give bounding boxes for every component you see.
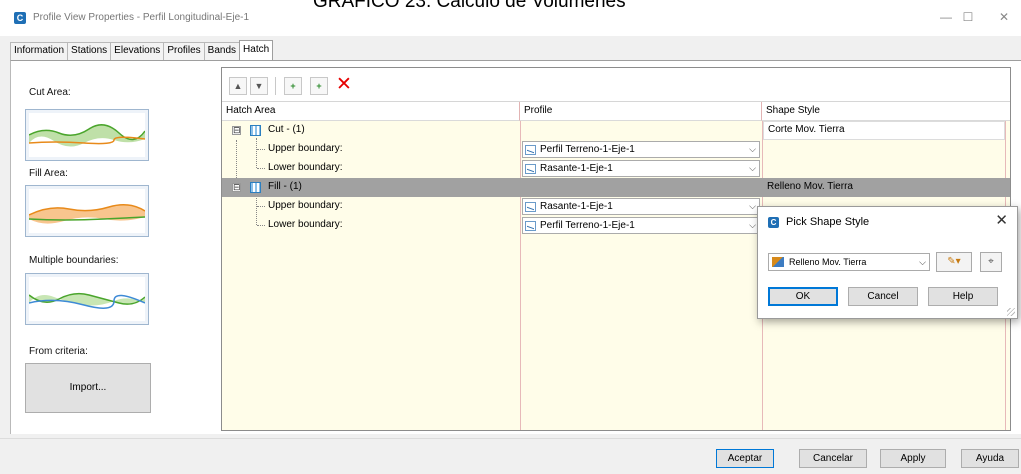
- profile-select[interactable]: Rasante-1-Eje-1 ⌵: [522, 160, 760, 177]
- cut-area-preview-button[interactable]: [25, 109, 149, 161]
- resize-grip-icon[interactable]: [1007, 308, 1015, 316]
- table-row[interactable]: Lower boundary: Rasante-1-Eje-1 ⌵: [222, 159, 1010, 178]
- import-button[interactable]: Import...: [25, 363, 151, 413]
- tab-information[interactable]: Information: [10, 42, 69, 60]
- civil3d-app-icon: C: [768, 217, 779, 228]
- window-title: Profile View Properties - Perfil Longitu…: [33, 12, 250, 23]
- move-up-icon[interactable]: ▲: [229, 77, 247, 95]
- table-row-selected[interactable]: ⊟ Fill - (1) Relleno Mov. Tierra: [222, 178, 1010, 197]
- shape-style-select[interactable]: Relleno Mov. Tierra ⌵: [768, 253, 930, 271]
- from-criteria-label: From criteria:: [29, 346, 88, 357]
- pick-from-drawing-icon[interactable]: ⌖: [980, 252, 1002, 272]
- delete-icon[interactable]: ✕: [336, 73, 352, 97]
- boundary-label: Lower boundary:: [268, 219, 343, 230]
- close-button[interactable]: ✕: [992, 6, 1016, 28]
- cancel-button[interactable]: Cancelar: [799, 449, 867, 468]
- column-header-profile[interactable]: Profile: [520, 102, 762, 121]
- profile-select-value: Perfil Terreno-1-Eje-1: [540, 144, 635, 155]
- tree-line: [257, 149, 265, 150]
- hatch-toolbar: ▲ ▼ + + ✕: [222, 68, 1010, 102]
- fill-area-preview-button[interactable]: [25, 185, 149, 237]
- collapse-icon[interactable]: ⊟: [232, 183, 241, 192]
- shape-style-select-value: Relleno Mov. Tierra: [789, 257, 867, 267]
- profile-select-value: Perfil Terreno-1-Eje-1: [540, 220, 635, 231]
- profile-icon: [525, 202, 536, 212]
- accept-button[interactable]: Aceptar: [716, 449, 774, 468]
- profile-select[interactable]: Perfil Terreno-1-Eje-1 ⌵: [522, 217, 760, 234]
- hatch-area-icon: [250, 182, 261, 193]
- figure-caption: GRÁFICO 23. Cálculo de Volúmenes: [313, 0, 626, 12]
- hatch-presets-column: Cut Area: Fill Area: Multiple boundaries…: [11, 61, 221, 435]
- multiple-boundaries-preview-icon: [29, 277, 145, 321]
- profile-icon: [525, 145, 536, 155]
- footer-divider: [0, 438, 1021, 439]
- edit-style-dropdown-icon[interactable]: ✎▾: [936, 252, 972, 272]
- add-upper-boundary-icon[interactable]: +: [284, 77, 302, 95]
- profile-select-value: Rasante-1-Eje-1: [540, 201, 613, 212]
- chevron-down-icon[interactable]: ⌵: [745, 161, 759, 176]
- boundary-label: Upper boundary:: [268, 143, 343, 154]
- column-header-shape-style[interactable]: Shape Style: [762, 102, 1010, 121]
- table-row[interactable]: Upper boundary: Perfil Terreno-1-Eje-1 ⌵: [222, 140, 1010, 159]
- fill-area-preview-icon: [29, 189, 145, 233]
- profile-select-value: Rasante-1-Eje-1: [540, 163, 613, 174]
- cut-area-label: Cut Area:: [29, 87, 71, 98]
- toolbar-separator: [275, 77, 276, 95]
- move-down-icon[interactable]: ▼: [250, 77, 268, 95]
- cancel-button[interactable]: Cancel: [848, 287, 918, 306]
- tree-line: [257, 168, 265, 169]
- dialog-title: Pick Shape Style: [786, 216, 870, 228]
- hatch-area-name: Cut - (1): [268, 124, 305, 135]
- close-icon[interactable]: ✕: [995, 211, 1008, 229]
- boundary-label: Lower boundary:: [268, 162, 343, 173]
- maximize-button[interactable]: ☐: [956, 6, 980, 28]
- shape-style-icon: [772, 257, 784, 267]
- profile-select[interactable]: Rasante-1-Eje-1 ⌵: [522, 198, 760, 215]
- tab-profiles[interactable]: Profiles: [163, 42, 205, 60]
- tree-line: [257, 225, 265, 226]
- profile-icon: [525, 221, 536, 231]
- tab-bands[interactable]: Bands: [203, 42, 241, 60]
- tab-hatch[interactable]: Hatch: [239, 40, 274, 60]
- boundary-label: Upper boundary:: [268, 200, 343, 211]
- tree-line: [257, 206, 265, 207]
- add-lower-boundary-icon[interactable]: +: [310, 77, 328, 95]
- profile-icon: [525, 164, 536, 174]
- hatch-area-name: Fill - (1): [268, 181, 302, 192]
- tab-stations[interactable]: Stations: [67, 42, 112, 60]
- help-button[interactable]: Help: [928, 287, 998, 306]
- profile-select[interactable]: Perfil Terreno-1-Eje-1 ⌵: [522, 141, 760, 158]
- chevron-down-icon[interactable]: ⌵: [745, 142, 759, 157]
- table-row[interactable]: ⊟ Cut - (1) Corte Mov. Tierra: [222, 121, 1010, 140]
- collapse-icon[interactable]: ⊟: [232, 126, 241, 135]
- minimize-button[interactable]: —: [934, 6, 958, 28]
- help-button[interactable]: Ayuda: [961, 449, 1019, 468]
- fill-area-label: Fill Area:: [29, 168, 68, 179]
- civil3d-app-icon: C: [14, 12, 26, 24]
- shape-style-cell[interactable]: Relleno Mov. Tierra: [763, 178, 1005, 197]
- multiple-boundaries-label: Multiple boundaries:: [29, 255, 119, 266]
- pick-shape-style-dialog: C Pick Shape Style ✕ Relleno Mov. Tierra…: [757, 206, 1018, 319]
- shape-style-cell[interactable]: Corte Mov. Tierra: [763, 121, 1005, 140]
- hatch-area-icon: [250, 125, 261, 136]
- multiple-boundaries-preview-button[interactable]: [25, 273, 149, 325]
- column-header-hatch-area[interactable]: Hatch Area: [222, 102, 520, 121]
- cut-area-preview-icon: [29, 113, 145, 157]
- tab-elevations[interactable]: Elevations: [110, 42, 165, 60]
- chevron-down-icon[interactable]: ⌵: [919, 254, 926, 270]
- tab-strip: Information Stations Elevations Profiles…: [10, 40, 274, 60]
- apply-button[interactable]: Apply: [880, 449, 946, 468]
- ok-button[interactable]: OK: [768, 287, 838, 306]
